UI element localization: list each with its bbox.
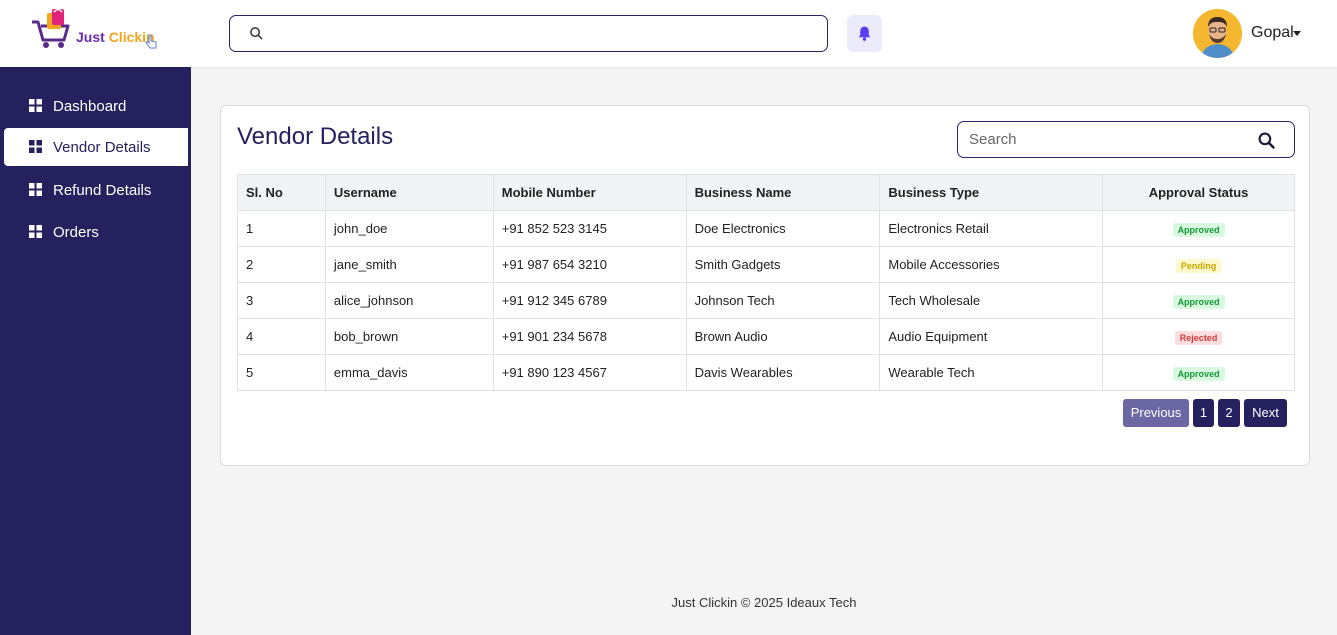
grid-icon: [29, 99, 42, 112]
cell-business-name: Davis Wearables: [685, 354, 881, 391]
table-row[interactable]: 4 bob_brown +91 901 234 5678 Brown Audio…: [237, 318, 1295, 355]
column-header-business-type[interactable]: Business Type: [879, 174, 1104, 211]
table-header-row: Sl. No Username Mobile Number Business N…: [237, 174, 1295, 211]
table-row[interactable]: 2 jane_smith +91 987 654 3210 Smith Gadg…: [237, 246, 1295, 283]
status-badge: Pending: [1175, 258, 1222, 273]
sidebar-item-label: Vendor Details: [53, 139, 151, 156]
brand-logo[interactable]: Just Clickin: [30, 6, 170, 56]
table-row[interactable]: 5 emma_davis +91 890 123 4567 Davis Wear…: [237, 354, 1295, 391]
cell-business-type: Wearable Tech: [879, 354, 1104, 391]
cell-business-name: Smith Gadgets: [685, 246, 881, 283]
page-title: Vendor Details: [237, 123, 394, 150]
user-name-dropdown[interactable]: Gopal: [1251, 24, 1294, 42]
sidebar: Dashboard Vendor Details Refund Details …: [0, 67, 191, 635]
sidebar-item-orders[interactable]: Orders: [4, 213, 188, 251]
sidebar-item-dashboard[interactable]: Dashboard: [4, 87, 188, 125]
cell-username: john_doe: [324, 210, 494, 247]
cell-username: emma_davis: [324, 354, 494, 391]
cell-username: alice_johnson: [324, 282, 494, 319]
top-bar: Just Clickin Gopal: [0, 0, 1337, 67]
cell-mobile-number: +91 890 123 4567: [492, 354, 687, 391]
cell-business-type: Electronics Retail: [879, 210, 1104, 247]
notifications-button[interactable]: [847, 15, 882, 52]
pagination-previous-button[interactable]: Previous: [1123, 399, 1189, 427]
column-header-username[interactable]: Username: [324, 174, 494, 211]
cell-approval-status: Pending: [1102, 246, 1295, 283]
cell-approval-status: Approved: [1102, 354, 1295, 391]
pagination-next-button[interactable]: Next: [1244, 399, 1287, 427]
cell-sl-no: 1: [237, 210, 326, 247]
bell-icon: [858, 26, 871, 41]
user-avatar[interactable]: [1193, 9, 1242, 58]
cell-mobile-number: +91 852 523 3145: [492, 210, 687, 247]
cell-business-type: Mobile Accessories: [879, 246, 1104, 283]
search-icon: [250, 27, 263, 40]
cell-business-type: Audio Equipment: [879, 318, 1104, 355]
table-row[interactable]: 3 alice_johnson +91 912 345 6789 Johnson…: [237, 282, 1295, 319]
column-header-mobile-number[interactable]: Mobile Number: [492, 174, 687, 211]
grid-icon: [29, 140, 42, 153]
cell-username: jane_smith: [324, 246, 494, 283]
pagination-page-1-button[interactable]: 1: [1193, 399, 1214, 427]
cell-business-name: Doe Electronics: [685, 210, 881, 247]
table-search-bar[interactable]: [957, 121, 1295, 158]
cell-business-name: Johnson Tech: [685, 282, 881, 319]
shopping-cart-icon: [32, 8, 70, 48]
vendor-details-card: Vendor Details Sl. No Username Mobile Nu…: [220, 105, 1310, 466]
footer-text: Just Clickin © 2025 Ideaux Tech: [671, 595, 857, 610]
cell-approval-status: Rejected: [1102, 318, 1295, 355]
sidebar-item-label: Refund Details: [53, 182, 152, 199]
pointer-hand-icon: [145, 34, 157, 49]
status-badge: Approved: [1172, 366, 1225, 381]
vendor-table: Sl. No Username Mobile Number Business N…: [237, 174, 1295, 391]
table-search-input[interactable]: [969, 126, 1249, 153]
column-header-business-name[interactable]: Business Name: [685, 174, 881, 211]
cell-sl-no: 2: [237, 246, 326, 283]
status-badge: Rejected: [1174, 330, 1223, 345]
cell-sl-no: 5: [237, 354, 326, 391]
search-icon[interactable]: [1258, 132, 1275, 149]
sidebar-item-refund-details[interactable]: Refund Details: [4, 171, 188, 209]
header-search-bar[interactable]: [229, 15, 828, 52]
chevron-down-icon[interactable]: [1293, 31, 1301, 36]
brand-name: Just Clickin: [76, 29, 155, 45]
status-badge: Approved: [1172, 294, 1225, 309]
cell-mobile-number: +91 987 654 3210: [492, 246, 687, 283]
cell-approval-status: Approved: [1102, 210, 1295, 247]
avatar-image: [1193, 9, 1242, 58]
grid-icon: [29, 183, 42, 196]
cell-mobile-number: +91 912 345 6789: [492, 282, 687, 319]
sidebar-item-label: Dashboard: [53, 98, 127, 115]
column-header-approval-status[interactable]: Approval Status: [1102, 174, 1295, 211]
pagination-page-2-button[interactable]: 2: [1218, 399, 1240, 427]
cell-approval-status: Approved: [1102, 282, 1295, 319]
cell-sl-no: 3: [237, 282, 326, 319]
grid-icon: [29, 225, 42, 238]
cell-business-type: Tech Wholesale: [879, 282, 1104, 319]
column-header-sl-no[interactable]: Sl. No: [237, 174, 326, 211]
cell-business-name: Brown Audio: [685, 318, 881, 355]
sidebar-item-label: Orders: [53, 224, 99, 241]
table-row[interactable]: 1 john_doe +91 852 523 3145 Doe Electron…: [237, 210, 1295, 247]
cell-username: bob_brown: [324, 318, 494, 355]
cell-mobile-number: +91 901 234 5678: [492, 318, 687, 355]
status-badge: Approved: [1172, 222, 1225, 237]
sidebar-item-vendor-details[interactable]: Vendor Details: [4, 128, 188, 166]
cell-sl-no: 4: [237, 318, 326, 355]
header-search-input[interactable]: [274, 20, 814, 47]
